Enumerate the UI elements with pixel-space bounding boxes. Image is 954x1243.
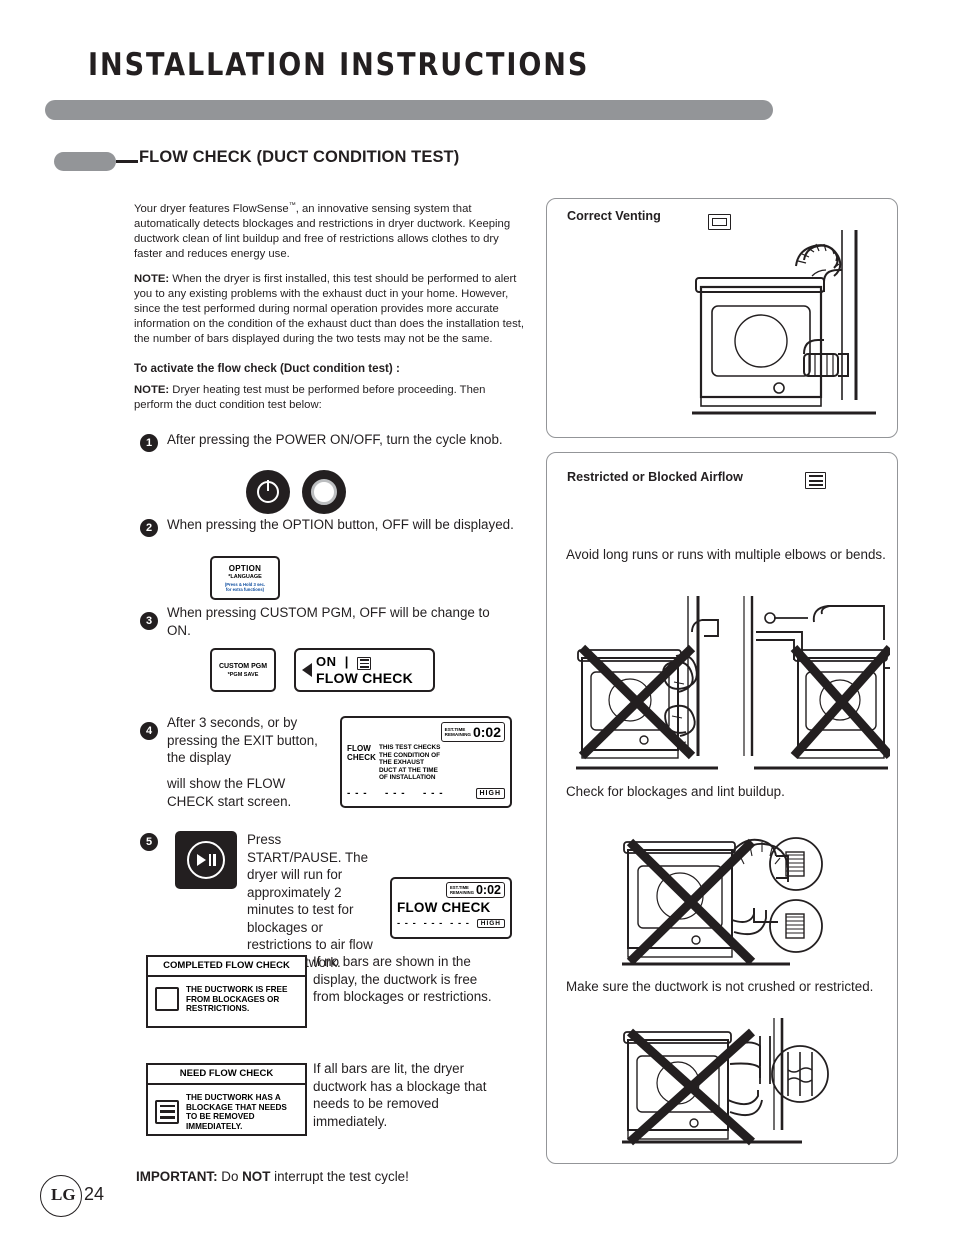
step-4-text: After 3 seconds, or by pressing the EXIT… <box>167 715 318 765</box>
important-label: IMPORTANT: <box>136 1169 218 1184</box>
trademark-symbol: ™ <box>288 202 296 209</box>
empty-bars-icon <box>155 987 179 1012</box>
step-1-text: After pressing the POWER ON/OFF, turn th… <box>167 432 503 447</box>
step-4-text-2: will show the FLOW CHECK start screen. <box>167 776 292 809</box>
option-button-label: OPTION <box>228 564 262 573</box>
lcd-run-bar-row: - - - - - - - - - HIGH <box>397 918 505 929</box>
intro-p1a: Your dryer features FlowSense <box>134 202 289 215</box>
completed-explanation: If no bars are shown in the display, the… <box>313 954 492 1004</box>
intro-paragraph: Your dryer features FlowSense™, an innov… <box>134 198 524 263</box>
on-flow-check-display: ON | FLOW CHECK <box>294 648 435 692</box>
lg-logo: LG <box>40 1175 82 1217</box>
step-1-number: 1 <box>140 434 158 452</box>
full-bars-icon <box>155 1100 179 1125</box>
step-3-text: When pressing CUSTOM PGM, OFF will be ch… <box>167 605 490 638</box>
bad-example-lint-buildup-diagram <box>622 837 823 966</box>
flow-check-start-display: FLOW CHECK THIS TEST CHECKS THE CONDITIO… <box>340 716 512 808</box>
bad-example-long-runs-diagram <box>576 596 890 770</box>
lcd-run-high-label: HIGH <box>476 919 505 928</box>
step-2-number: 2 <box>140 519 158 537</box>
power-button-icon[interactable] <box>246 470 290 514</box>
page-title: INSTALLATION INSTRUCTIONS <box>88 47 590 83</box>
full-bars-indicator-icon <box>805 472 826 490</box>
section-pill <box>54 152 116 171</box>
header-rule <box>45 100 773 120</box>
need-panel-header: NEED FLOW CHECK <box>148 1065 305 1085</box>
flow-check-label: FLOW CHECK <box>316 669 413 686</box>
lcd-start-description: THIS TEST CHECKS THE CONDITION OF THE EX… <box>378 744 441 782</box>
lg-logo-text: LG <box>51 1185 76 1204</box>
restricted-caption-3: Make sure the ductwork is not crushed or… <box>566 979 874 994</box>
left-arrow-icon <box>302 663 312 677</box>
lcd-start-title: FLOW CHECK <box>347 744 376 762</box>
option-button[interactable]: OPTION *LANGUAGE (Press & Hold 3 sec. fo… <box>210 556 280 600</box>
cycle-knob-icon[interactable] <box>302 470 346 514</box>
correct-venting-diagram <box>692 230 876 415</box>
bars-icon <box>357 656 372 670</box>
custom-pgm-sublabel: *PGM SAVE <box>227 671 259 678</box>
restricted-airflow-title: Restricted or Blocked Airflow <box>567 470 743 484</box>
start-pause-button[interactable] <box>175 831 237 889</box>
lcd-run-title: FLOW CHECK <box>397 900 491 915</box>
section-rule <box>116 160 138 163</box>
restricted-caption-2: Check for blockages and lint buildup. <box>566 784 785 799</box>
note-1: NOTE: When the dryer is first installed,… <box>134 272 524 348</box>
left-column: Your dryer features FlowSense™, an innov… <box>134 198 524 422</box>
start-pause-icon <box>187 841 225 879</box>
lcd-start-high-label: HIGH <box>475 787 505 799</box>
lcd-run-est-value: 0:02 <box>475 883 501 897</box>
step-3-number: 3 <box>140 612 158 630</box>
flow-check-running-display: EST.TIME REMAINING 0:02 FLOW CHECK - - -… <box>390 877 512 939</box>
need-flow-check-panel: NEED FLOW CHECK THE DUCTWORK HAS A BLOCK… <box>146 1063 307 1136</box>
important-note: IMPORTANT: Do NOT interrupt the test cyc… <box>136 1169 409 1184</box>
note-2: NOTE: Dryer heating test must be perform… <box>134 383 524 413</box>
note-2-text: Dryer heating test must be performed bef… <box>134 383 486 411</box>
need-explanation: If all bars are lit, the dryer ductwork … <box>313 1061 487 1129</box>
page-number: 24 <box>84 1184 105 1204</box>
custom-pgm-label: CUSTOM PGM <box>218 662 268 670</box>
empty-bars-indicator-icon <box>708 213 731 231</box>
option-button-sublabel: *LANGUAGE <box>228 574 262 580</box>
need-panel-body: THE DUCTWORK HAS A BLOCKAGE THAT NEEDS T… <box>186 1093 287 1131</box>
lcd-start-bar-row: - - - - - - - - - HIGH <box>347 787 505 799</box>
correct-venting-title: Correct Venting <box>567 209 661 223</box>
completed-panel-header: COMPLETED FLOW CHECK <box>148 957 305 977</box>
on-state-label: ON | <box>316 654 413 670</box>
option-button-note: (Press & Hold 3 sec. for extra functions… <box>224 582 266 592</box>
step-4-number: 4 <box>140 722 158 740</box>
section-title: FLOW CHECK (DUCT CONDITION TEST) <box>139 148 460 166</box>
step-5-text: Press START/PAUSE. The dryer will run fo… <box>247 832 373 970</box>
lcd-start-est-value: 0:02 <box>472 724 501 740</box>
note-2-label: NOTE: <box>134 383 170 396</box>
lcd-run-est-time: EST.TIME REMAINING 0:02 <box>446 882 505 898</box>
restricted-caption-1: Avoid long runs or runs with multiple el… <box>566 547 886 562</box>
note-1-label: NOTE: <box>134 272 170 285</box>
power-knob-group <box>246 470 346 514</box>
step-2-text: When pressing the OPTION button, OFF wil… <box>167 517 514 532</box>
activate-subhead: To activate the flow check (Duct conditi… <box>134 361 400 375</box>
completed-flow-check-panel: COMPLETED FLOW CHECK THE DUCTWORK IS FRE… <box>146 955 307 1028</box>
lcd-start-est-time: EST.TIME REMAINING 0:02 <box>440 722 505 742</box>
completed-panel-body: THE DUCTWORK IS FREE FROM BLOCKAGES OR R… <box>186 985 288 1014</box>
note-1-text: When the dryer is first installed, this … <box>134 272 524 346</box>
step-5-number: 5 <box>140 833 158 851</box>
bad-example-crushed-duct-diagram <box>622 1018 829 1146</box>
custom-pgm-button[interactable]: CUSTOM PGM *PGM SAVE <box>210 648 276 692</box>
